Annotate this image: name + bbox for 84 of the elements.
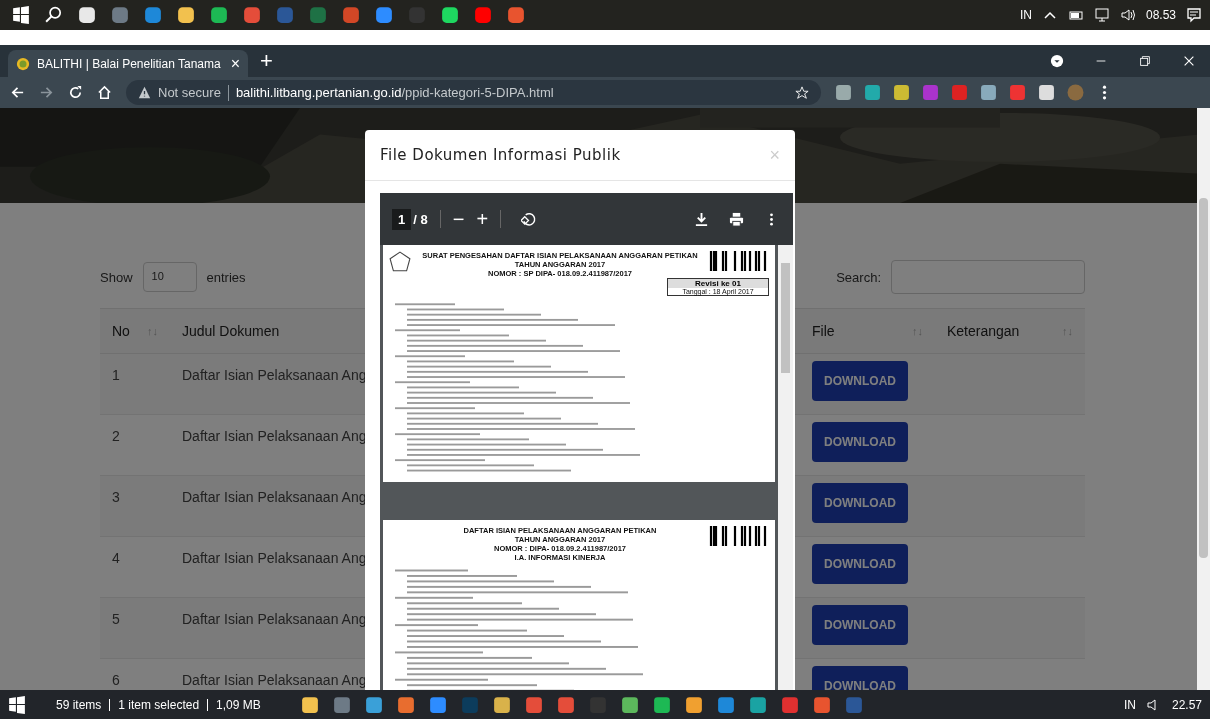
table-cell-text: 1 bbox=[111, 366, 121, 383]
app-icon[interactable] bbox=[556, 695, 575, 714]
table-cell-text: 2 bbox=[111, 427, 121, 444]
forward-icon[interactable] bbox=[39, 85, 54, 100]
security-label: Not secure bbox=[158, 85, 221, 100]
scrollbar[interactable] bbox=[1197, 108, 1210, 690]
close-tab-button[interactable]: × bbox=[230, 54, 240, 73]
status-text: 1 item selected bbox=[118, 697, 200, 712]
app-icon[interactable] bbox=[396, 695, 415, 714]
clock[interactable]: 08.53 bbox=[1145, 8, 1176, 22]
app-icon[interactable] bbox=[492, 695, 511, 714]
language-indicator[interactable]: IN bbox=[1019, 8, 1032, 22]
extension-icon[interactable] bbox=[980, 84, 997, 101]
app-icon[interactable] bbox=[812, 695, 831, 714]
extension-icon[interactable] bbox=[864, 84, 881, 101]
download-button[interactable]: DOWNLOAD bbox=[812, 361, 908, 401]
restore-icon[interactable] bbox=[1138, 54, 1152, 68]
browser-tab[interactable]: BALITHI | Balai Penelitian Tanama × bbox=[8, 50, 248, 77]
app-icon[interactable] bbox=[748, 695, 767, 714]
download-button[interactable]: DOWNLOAD bbox=[812, 605, 908, 645]
app-icon[interactable] bbox=[364, 695, 383, 714]
app-icon[interactable] bbox=[524, 695, 543, 714]
column-header[interactable]: Keterangan ↑↓ bbox=[935, 309, 1085, 353]
clock[interactable]: 22.57 bbox=[1171, 697, 1202, 712]
network-icon[interactable] bbox=[1093, 7, 1110, 23]
url-text: balithi.litbang.pertanian.go.id/ppid-kategori-5-DIPA.html bbox=[235, 85, 554, 100]
barcode-icon bbox=[709, 251, 769, 271]
home-icon[interactable] bbox=[97, 85, 112, 100]
column-header[interactable]: No ↑↓ bbox=[100, 309, 170, 353]
table-cell-text: 5 bbox=[111, 610, 121, 627]
table-cell-text: 4 bbox=[111, 549, 121, 566]
language-indicator[interactable]: IN bbox=[1123, 697, 1136, 712]
extension-icon[interactable] bbox=[893, 84, 910, 101]
scrollbar[interactable] bbox=[778, 245, 793, 690]
search-label: Search: bbox=[836, 269, 881, 285]
notification-icon[interactable] bbox=[1186, 7, 1202, 23]
emblem-icon bbox=[389, 251, 411, 273]
column-header[interactable]: File ↑↓ bbox=[800, 309, 935, 353]
zoom-in-button[interactable]: + bbox=[476, 207, 489, 231]
app-icon[interactable] bbox=[300, 695, 319, 714]
start-icon[interactable] bbox=[12, 6, 30, 24]
volume-icon[interactable] bbox=[1119, 7, 1136, 23]
app-icon[interactable] bbox=[620, 695, 639, 714]
extension-icon[interactable] bbox=[1038, 84, 1055, 101]
warning-icon bbox=[138, 86, 151, 99]
rotate-icon[interactable] bbox=[521, 211, 537, 227]
app-icon[interactable] bbox=[428, 695, 447, 714]
modal-title: File Dokumen Informasi Publik bbox=[380, 146, 621, 164]
app-icon[interactable] bbox=[507, 6, 525, 24]
download-button[interactable]: DOWNLOAD bbox=[812, 422, 908, 462]
barcode-icon bbox=[709, 526, 769, 546]
status-text: 59 items bbox=[56, 697, 102, 712]
extension-icon[interactable] bbox=[835, 84, 852, 101]
download-button[interactable]: DOWNLOAD bbox=[812, 666, 908, 690]
start-icon[interactable] bbox=[8, 695, 26, 714]
app-icon[interactable] bbox=[716, 695, 735, 714]
search-icon[interactable] bbox=[45, 6, 63, 24]
table-cell-text: 6 bbox=[111, 671, 121, 688]
page-size-select[interactable]: 10 bbox=[142, 262, 197, 292]
download-button[interactable]: DOWNLOAD bbox=[812, 483, 908, 523]
print-icon[interactable] bbox=[729, 211, 744, 227]
close-icon[interactable] bbox=[1182, 54, 1196, 68]
app-icon[interactable] bbox=[652, 695, 671, 714]
star-icon[interactable] bbox=[795, 85, 809, 100]
address-field[interactable]: Not secure balithi.litbang.pertanian.go.id/ppid-kategori-5-DIPA.html bbox=[126, 80, 821, 105]
download-button[interactable]: DOWNLOAD bbox=[812, 544, 908, 584]
reload-icon[interactable] bbox=[68, 85, 83, 100]
app-icon[interactable] bbox=[210, 6, 228, 24]
page-count: / 8 bbox=[413, 211, 428, 227]
app-icon[interactable] bbox=[684, 695, 703, 714]
status-text: 1,09 MB bbox=[216, 697, 261, 712]
revision-label: Revisi ke 01 bbox=[668, 279, 768, 288]
search-field[interactable] bbox=[891, 260, 1085, 294]
tab-title: BALITHI | Balai Penelitian Tanama bbox=[37, 56, 222, 71]
show-label: Show bbox=[100, 269, 133, 285]
zoom-out-button[interactable]: − bbox=[452, 207, 465, 231]
table-cell-text: 3 bbox=[111, 488, 121, 505]
page-number-field[interactable]: 1 bbox=[392, 208, 412, 230]
logo-icon bbox=[16, 56, 30, 71]
back-icon[interactable] bbox=[10, 85, 25, 100]
download-icon[interactable] bbox=[694, 211, 709, 227]
profile-menu-icon[interactable] bbox=[1050, 54, 1064, 68]
new-tab-button[interactable]: + bbox=[260, 48, 273, 74]
entries-label: entries bbox=[206, 269, 246, 285]
